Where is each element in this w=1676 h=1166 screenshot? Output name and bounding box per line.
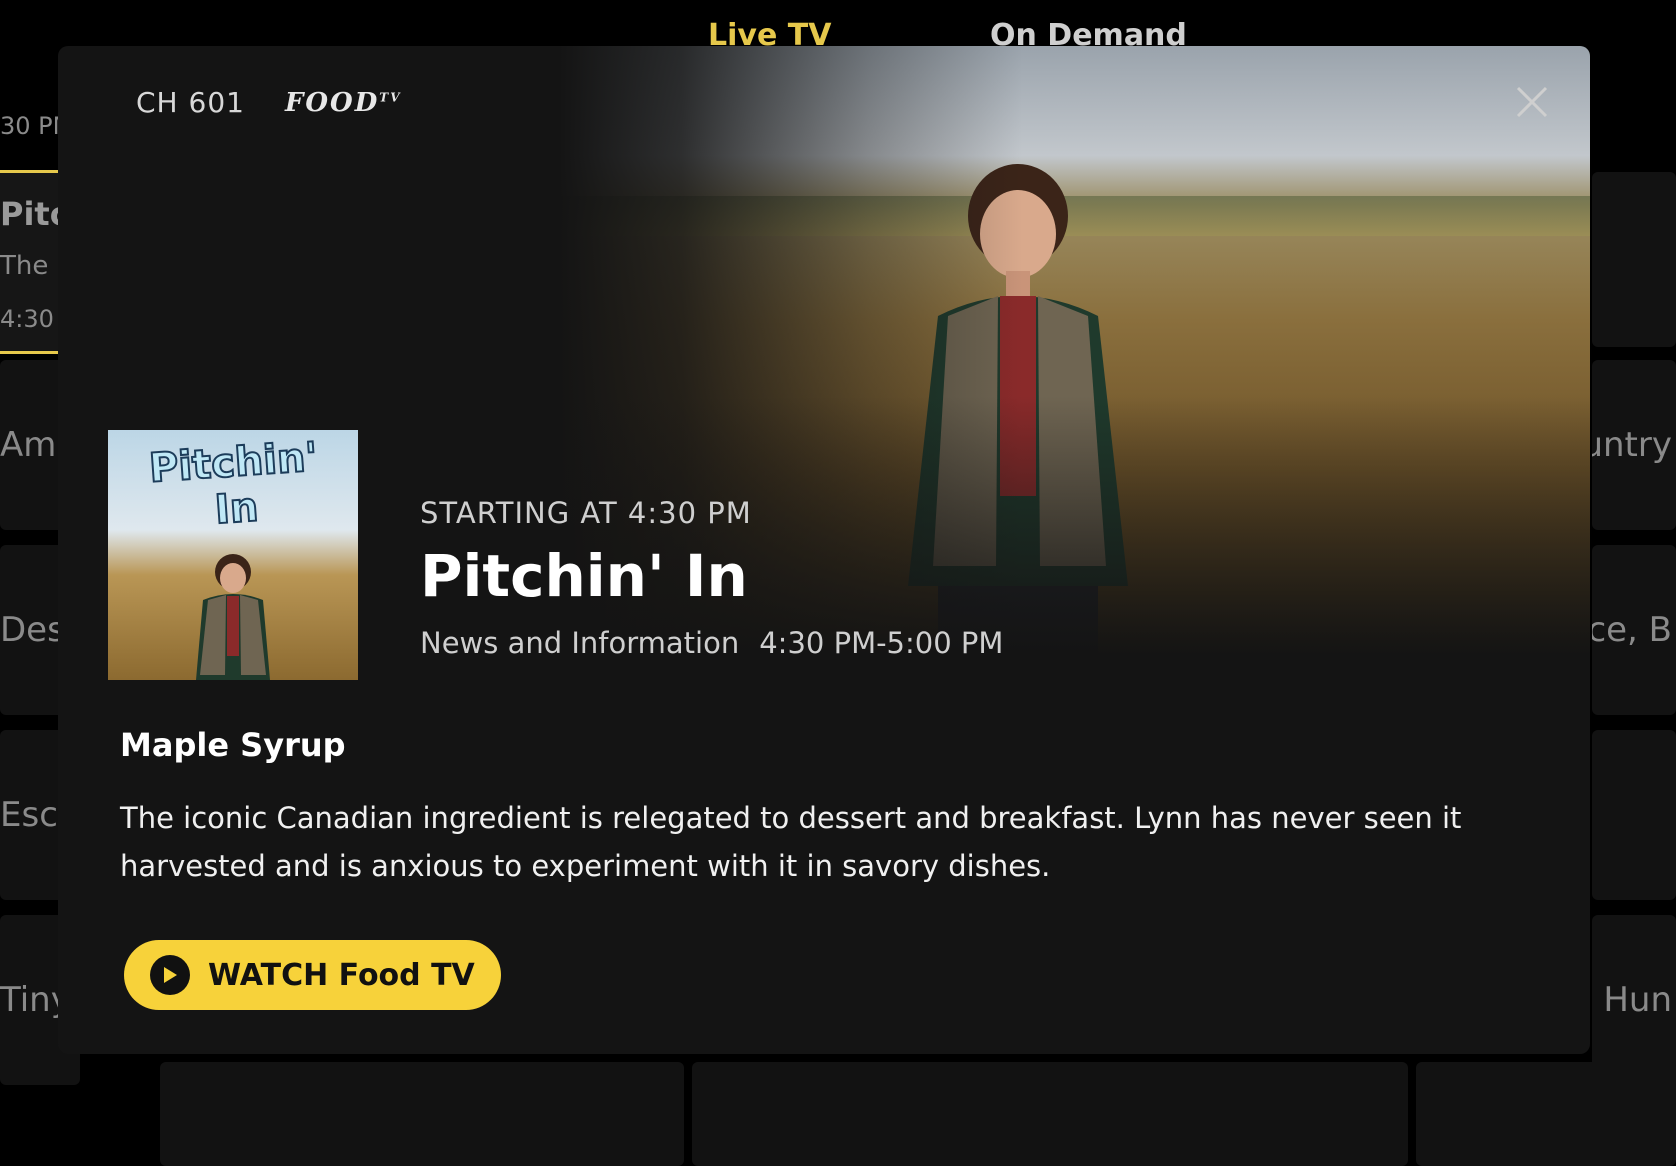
close-button[interactable] — [1514, 84, 1550, 120]
channel-logo-text: FOOD — [284, 87, 380, 118]
channel-info: CH 601 FOODTV — [136, 86, 402, 119]
episode-title: Maple Syrup — [120, 726, 346, 764]
top-nav: Live TV On Demand — [0, 0, 1676, 53]
channel-logo-sup: TV — [379, 89, 402, 104]
watch-button-label: WATCH Food TV — [208, 957, 475, 993]
show-meta: News and Information 4:30 PM-5:00 PM — [420, 626, 1003, 660]
guide-cell-label: ountry — [1592, 425, 1672, 465]
guide-current-time: 4:30 — [0, 305, 54, 333]
channel-number: CH 601 — [136, 86, 245, 119]
show-poster: Pitchin' In — [108, 430, 358, 680]
guide-current-desc: The i — [0, 251, 64, 281]
guide-cell[interactable] — [1592, 172, 1676, 347]
guide-cell[interactable] — [160, 1062, 684, 1166]
poster-person-figure — [196, 554, 270, 680]
guide-cell[interactable] — [1592, 730, 1676, 900]
channel-logo: FOODTV — [285, 88, 402, 118]
guide-cell-label: ace, B — [1592, 610, 1672, 650]
guide-cell-label: e Hun — [1592, 980, 1672, 1020]
poster-title: Pitchin' In — [117, 432, 353, 540]
play-icon — [150, 955, 190, 995]
guide-cell[interactable] — [1416, 1062, 1676, 1166]
guide-cell[interactable]: e Hun — [1592, 915, 1676, 1085]
close-icon — [1516, 86, 1548, 118]
guide-cell[interactable]: ace, B — [1592, 545, 1676, 715]
watch-button[interactable]: WATCH Food TV — [124, 940, 501, 1010]
show-genre: News and Information — [420, 626, 740, 660]
show-time-range: 4:30 PM-5:00 PM — [759, 626, 1004, 660]
show-title: Pitchin' In — [420, 542, 748, 610]
episode-description: The iconic Canadian ingredient is relega… — [120, 801, 1462, 883]
program-details-modal: CH 601 FOODTV Pitchin' In STARTING AT 4:… — [58, 46, 1590, 1054]
guide-cell[interactable] — [692, 1062, 1408, 1166]
guide-cell[interactable]: ountry — [1592, 360, 1676, 530]
starting-at-label: STARTING AT 4:30 PM — [420, 496, 752, 530]
